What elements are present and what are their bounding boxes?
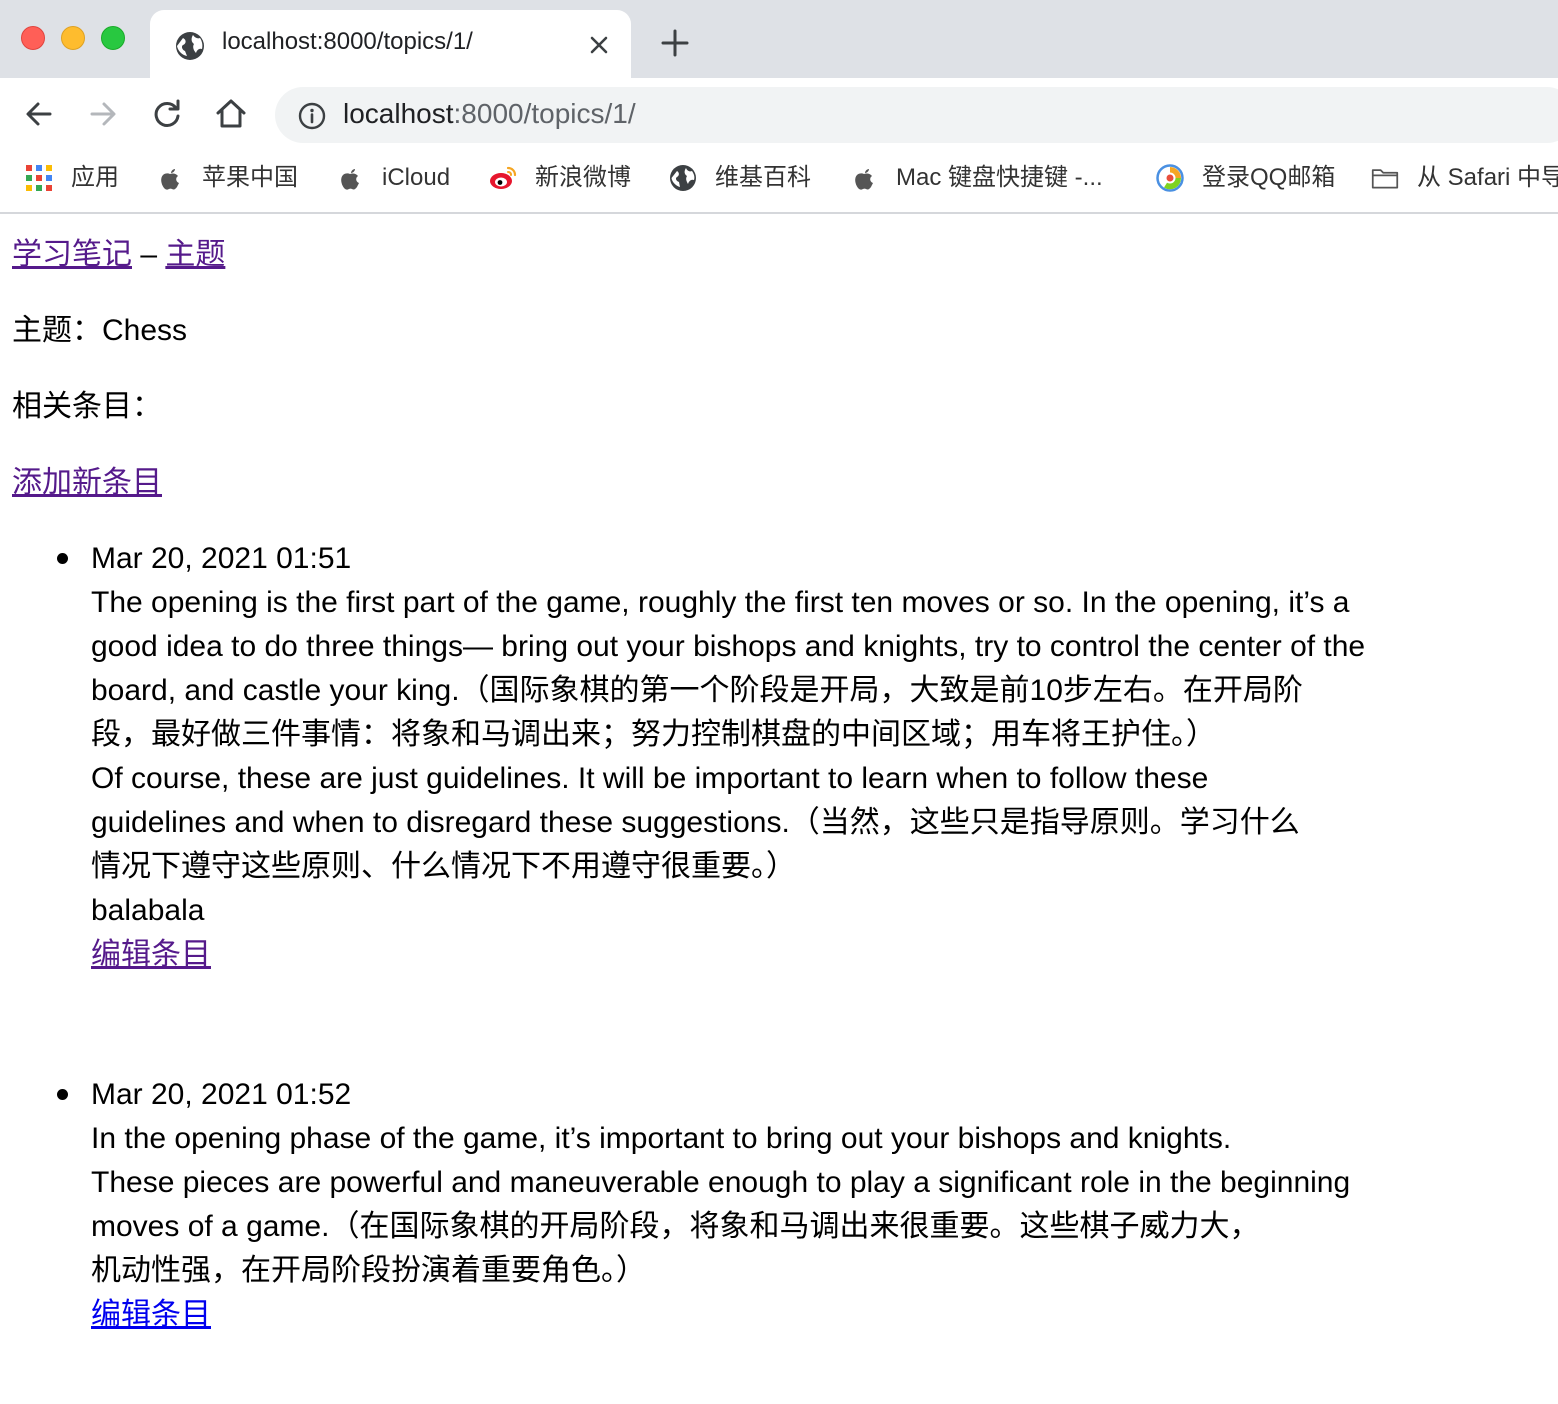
bookmark-label: iCloud xyxy=(382,164,451,191)
entry-text-line: moves of a game.（在国际象棋的开局阶段，将象和马调出来很重要。这… xyxy=(91,1210,1260,1243)
page-header: 学习笔记 – 主题 xyxy=(12,233,225,277)
browser-tab[interactable]: localhost:8000/topics/1/ xyxy=(150,10,631,78)
entry-date: Mar 20, 2021 01:52 xyxy=(91,1078,352,1111)
bookmark-label: 维基百科 xyxy=(715,164,811,191)
bookmark-label: 苹果中国 xyxy=(202,164,298,191)
entry-text-line: In the opening phase of the game, it’s i… xyxy=(91,1122,1232,1155)
list-bullet xyxy=(57,1089,68,1100)
folder-icon xyxy=(1371,169,1399,189)
tab-title: localhost:8000/topics/1/ xyxy=(222,28,473,55)
forward-arrow-icon[interactable] xyxy=(85,96,121,132)
apps-grid-icon xyxy=(26,165,52,191)
bookmark-label: 新浪微博 xyxy=(535,164,631,191)
entry-text: The opening is the first part of the gam… xyxy=(91,581,1558,933)
bookmark-label: Mac 键盘快捷键 -... xyxy=(896,164,1103,191)
entry-text-line: good idea to do three things— bring out … xyxy=(91,630,1366,663)
bookmark-label: 登录QQ邮箱 xyxy=(1202,164,1336,191)
topic-title: 主题：Chess xyxy=(12,314,188,347)
entry-text-line: guidelines and when to disregard these s… xyxy=(91,806,1300,839)
url-path: :8000/topics/1/ xyxy=(453,98,636,129)
related-entries-label: 相关条目： xyxy=(12,390,162,423)
entry-item: Mar 20, 2021 01:51 The opening is the fi… xyxy=(57,537,1558,977)
entry-item: Mar 20, 2021 01:52 In the opening phase … xyxy=(57,1073,1558,1337)
entry-text-line: These pieces are powerful and maneuverab… xyxy=(91,1166,1351,1199)
address-bar[interactable]: localhost:8000/topics/1/ xyxy=(275,87,1558,143)
site-home-link[interactable]: 学习笔记 xyxy=(12,238,132,271)
edit-entry-paragraph: 编辑条目 xyxy=(91,1293,1558,1337)
entry-text-line: 机动性强，在开局阶段扮演着重要角色。） xyxy=(91,1254,646,1287)
entry-text: In the opening phase of the game, it’s i… xyxy=(91,1117,1558,1293)
edit-entry-link[interactable]: 编辑条目 xyxy=(91,938,211,971)
new-tab-icon[interactable] xyxy=(658,26,692,60)
close-tab-icon[interactable] xyxy=(586,32,612,58)
edit-entry-paragraph: 编辑条目 xyxy=(91,933,1558,977)
topics-link[interactable]: 主题 xyxy=(165,238,225,271)
entry-date: Mar 20, 2021 01:51 xyxy=(91,542,352,575)
weibo-icon xyxy=(490,166,517,189)
edit-entry-link[interactable]: 编辑条目 xyxy=(91,1298,211,1331)
globe-icon xyxy=(670,165,696,191)
bookmarks-bar: 应用 苹果中国 iCloud 新浪微博 维基百科 Mac 键盘快捷键 -... … xyxy=(0,150,1558,214)
bookmark-label: 从 Safari 中导 xyxy=(1417,164,1558,191)
home-icon[interactable] xyxy=(213,96,249,132)
list-bullet xyxy=(57,553,68,564)
back-arrow-icon[interactable] xyxy=(21,96,57,132)
add-entry-link[interactable]: 添加新条目 xyxy=(12,466,162,499)
close-window-button[interactable] xyxy=(21,26,45,50)
tab-strip: localhost:8000/topics/1/ xyxy=(0,0,1558,78)
apple-icon xyxy=(341,169,359,190)
bookmark-label: 应用 xyxy=(71,164,119,191)
browser-toolbar: localhost:8000/topics/1/ xyxy=(0,78,1558,150)
reload-icon[interactable] xyxy=(149,96,185,132)
entry-text-line: The opening is the first part of the gam… xyxy=(91,586,1350,619)
entry-text-line: board, and castle your king.（国际象棋的第一个阶段是… xyxy=(91,674,1303,707)
apple-icon xyxy=(161,169,179,190)
entry-text-line: 段，最好做三件事情：将象和马调出来；努力控制棋盘的中间区域；用车将王护住。） xyxy=(91,718,1216,751)
url-host: localhost xyxy=(343,98,454,129)
zoom-window-button[interactable] xyxy=(101,26,125,50)
minimize-window-button[interactable] xyxy=(61,26,85,50)
globe-icon xyxy=(176,32,204,60)
entry-text-line: balabala xyxy=(91,894,205,927)
entry-text-line: 情况下遵守这些原则、什么情况下不用遵守很重要。） xyxy=(91,850,796,883)
url-text[interactable]: localhost:8000/topics/1/ xyxy=(343,98,636,130)
apple-icon xyxy=(855,169,873,190)
entry-text-line: Of course, these are just guidelines. It… xyxy=(91,762,1209,795)
header-separator: – xyxy=(132,238,166,271)
qq-mail-icon xyxy=(1156,164,1184,192)
add-entry-paragraph: 添加新条目 xyxy=(12,461,162,505)
site-info-icon[interactable] xyxy=(297,101,327,131)
